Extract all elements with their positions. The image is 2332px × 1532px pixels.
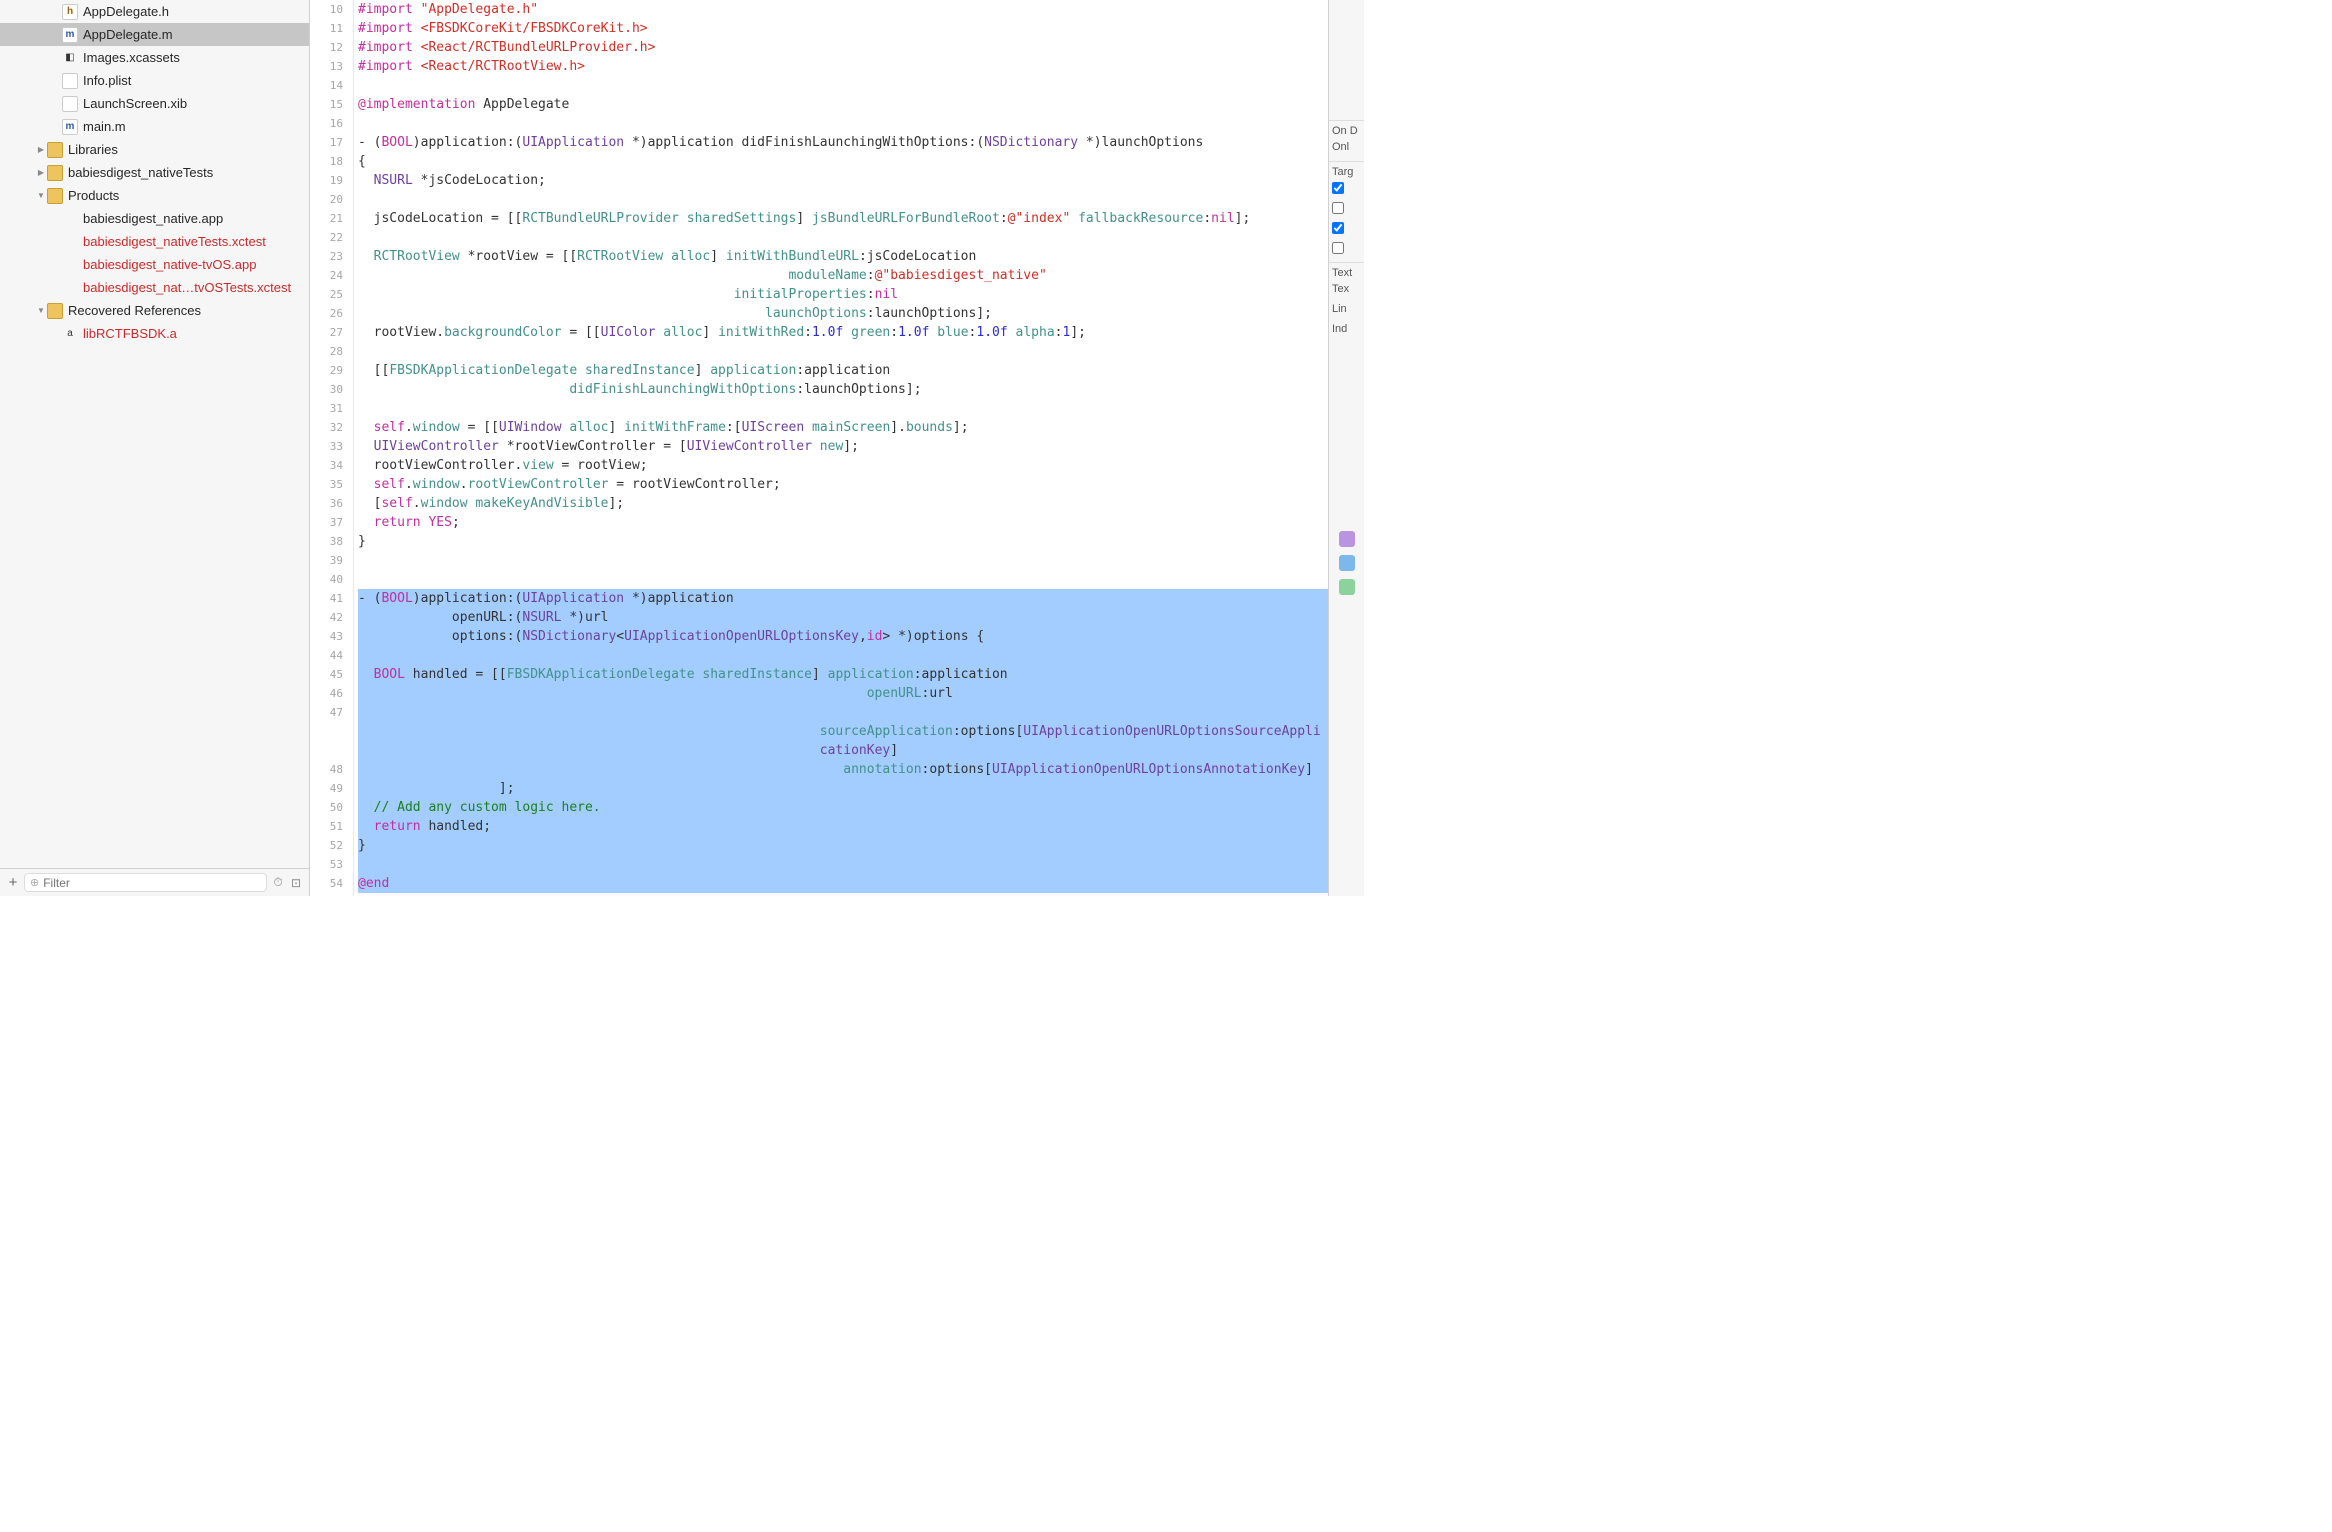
xctest-icon: [62, 234, 78, 250]
navigator-bottom-bar: + ⊕ ⏱ ⊡: [0, 868, 309, 896]
nav-item-label: AppDelegate.h: [83, 4, 169, 19]
folder-icon: [47, 303, 63, 319]
disclosure-triangle[interactable]: [35, 167, 47, 178]
m-icon: m: [62, 119, 78, 135]
app-icon: [62, 257, 78, 273]
nav-item-products[interactable]: Products: [0, 184, 309, 207]
h-icon: h: [62, 4, 78, 20]
line-number-gutter: 1011121314151617181920212223242526272829…: [310, 0, 354, 896]
nav-item-label: babiesdigest_nativeTests.xctest: [83, 234, 266, 249]
nav-item-label: babiesdigest_native-tvOS.app: [83, 257, 256, 272]
folder-icon: [47, 165, 63, 181]
gen-icon: [62, 73, 78, 89]
code-area[interactable]: #import "AppDelegate.h"#import <FBSDKCor…: [354, 0, 1328, 896]
source-editor[interactable]: 1011121314151617181920212223242526272829…: [310, 0, 1328, 896]
inspector-panel: On D Onl Targ Text Tex Lin Ind: [1328, 0, 1364, 896]
text-encoding-label: Tex: [1332, 283, 1349, 295]
nav-item-label: main.m: [83, 119, 126, 134]
m-icon: m: [62, 27, 78, 43]
nav-item-babiesdigest-nativetests[interactable]: babiesdigest_nativeTests: [0, 161, 309, 184]
only-label: Onl: [1332, 141, 1349, 153]
nav-item-label: Products: [68, 188, 119, 203]
scm-filter-icon[interactable]: ⊡: [289, 876, 303, 890]
target-check-2[interactable]: [1332, 202, 1344, 214]
nav-item-recovered-references[interactable]: Recovered References: [0, 299, 309, 322]
nav-item-launchscreen-xib[interactable]: LaunchScreen.xib: [0, 92, 309, 115]
nav-item-info-plist[interactable]: Info.plist: [0, 69, 309, 92]
disclosure-triangle[interactable]: [35, 190, 47, 201]
filter-icon: ⊕: [30, 876, 39, 889]
nav-item-libraries[interactable]: Libraries: [0, 138, 309, 161]
gen-icon: [62, 96, 78, 112]
target-check-3[interactable]: [1332, 222, 1344, 234]
folder-icon: [47, 188, 63, 204]
nav-item-label: babiesdigest_nativeTests: [68, 165, 213, 180]
target-label: Targ: [1332, 166, 1361, 178]
filter-field[interactable]: ⊕: [24, 873, 267, 892]
nav-item-appdelegate-h[interactable]: h AppDelegate.h: [0, 0, 309, 23]
line-endings-label: Lin: [1332, 303, 1347, 315]
disclosure-triangle[interactable]: [35, 144, 47, 155]
app-icon: [62, 211, 78, 227]
add-button[interactable]: +: [6, 874, 20, 891]
nav-item-label: LaunchScreen.xib: [83, 96, 187, 111]
navigator-sidebar: h AppDelegate.h m AppDelegate.m ◧ Images.xcas…: [0, 0, 310, 896]
nav-item-label: libRCTFBSDK.a: [83, 326, 177, 341]
nav-item-label: Info.plist: [83, 73, 131, 88]
text-section-label: Text: [1332, 267, 1361, 279]
nav-item-label: Libraries: [68, 142, 118, 157]
lib-icon: a: [62, 326, 78, 342]
recent-filter-icon[interactable]: ⏱: [271, 875, 285, 890]
nav-item-babiesdigest-nativetests-xctest[interactable]: babiesdigest_nativeTests.xctest: [0, 230, 309, 253]
library-media-icon[interactable]: [1339, 579, 1355, 595]
nav-item-label: babiesdigest_nat…tvOSTests.xctest: [83, 280, 291, 295]
xcassets-icon: ◧: [62, 50, 78, 66]
nav-item-babiesdigest-nat-tvostests-xctest[interactable]: babiesdigest_nat…tvOSTests.xctest: [0, 276, 309, 299]
disclosure-triangle[interactable]: [35, 305, 47, 316]
nav-item-label: Recovered References: [68, 303, 201, 318]
target-check-1[interactable]: [1332, 182, 1344, 194]
xctest-icon: [62, 280, 78, 296]
target-check-4[interactable]: [1332, 242, 1344, 254]
nav-item-appdelegate-m[interactable]: m AppDelegate.m: [0, 23, 309, 46]
nav-item-label: Images.xcassets: [83, 50, 180, 65]
file-navigator[interactable]: h AppDelegate.h m AppDelegate.m ◧ Images.xcas…: [0, 0, 309, 868]
filter-input[interactable]: [43, 876, 261, 890]
nav-item-label: babiesdigest_native.app: [83, 211, 223, 226]
nav-item-babiesdigest-native-app[interactable]: babiesdigest_native.app: [0, 207, 309, 230]
ondemand-label: On D: [1332, 125, 1361, 137]
nav-item-babiesdigest-native-tvos-app[interactable]: babiesdigest_native-tvOS.app: [0, 253, 309, 276]
library-object-icon[interactable]: [1339, 531, 1355, 547]
folder-icon: [47, 142, 63, 158]
nav-item-librctfbsdk-a[interactable]: a libRCTFBSDK.a: [0, 322, 309, 345]
library-snippet-icon[interactable]: [1339, 555, 1355, 571]
nav-item-main-m[interactable]: m main.m: [0, 115, 309, 138]
indent-label: Ind: [1332, 323, 1347, 335]
nav-item-images-xcassets[interactable]: ◧ Images.xcassets: [0, 46, 309, 69]
nav-item-label: AppDelegate.m: [83, 27, 173, 42]
